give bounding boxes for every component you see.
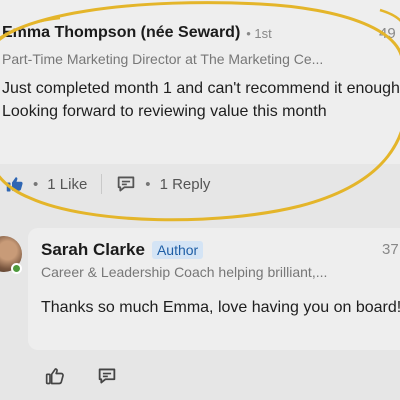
thumbs-up-icon[interactable] (45, 366, 65, 386)
separator-dot: • (33, 175, 39, 193)
connection-degree: • 1st (246, 25, 272, 41)
reply-icon[interactable] (116, 175, 136, 193)
comment-actions: • 1 Like • 1 Reply (6, 174, 210, 194)
author-badge: Author (151, 241, 204, 259)
presence-dot (11, 263, 22, 274)
reply-body: Thanks so much Emma, love having you on … (41, 299, 400, 316)
action-divider (101, 174, 103, 194)
reply-actions (45, 366, 117, 386)
reply-author-row: Sarah Clarke Author (41, 240, 204, 260)
reply-icon[interactable] (97, 367, 117, 385)
reply-count-link[interactable]: 1 Reply (160, 176, 211, 193)
reply-time: 37 (382, 241, 399, 258)
comment-author-row: Emma Thompson (née Seward) • 1st (2, 24, 272, 42)
comment-author-name[interactable]: Emma Thompson (née Seward) (2, 24, 240, 42)
like-count-link[interactable]: 1 Like (47, 176, 87, 193)
avatar[interactable] (0, 236, 22, 274)
comment-author-headline: Part-Time Marketing Director at The Mark… (2, 51, 324, 67)
like-icon[interactable] (6, 175, 24, 193)
comment-body: Just completed month 1 and can't recomme… (2, 80, 400, 120)
reply-author-name[interactable]: Sarah Clarke (41, 240, 145, 260)
comment-time: 49 (379, 25, 396, 42)
reply-author-headline: Career & Leadership Coach helping brilli… (41, 264, 328, 280)
separator-dot: • (145, 175, 151, 193)
